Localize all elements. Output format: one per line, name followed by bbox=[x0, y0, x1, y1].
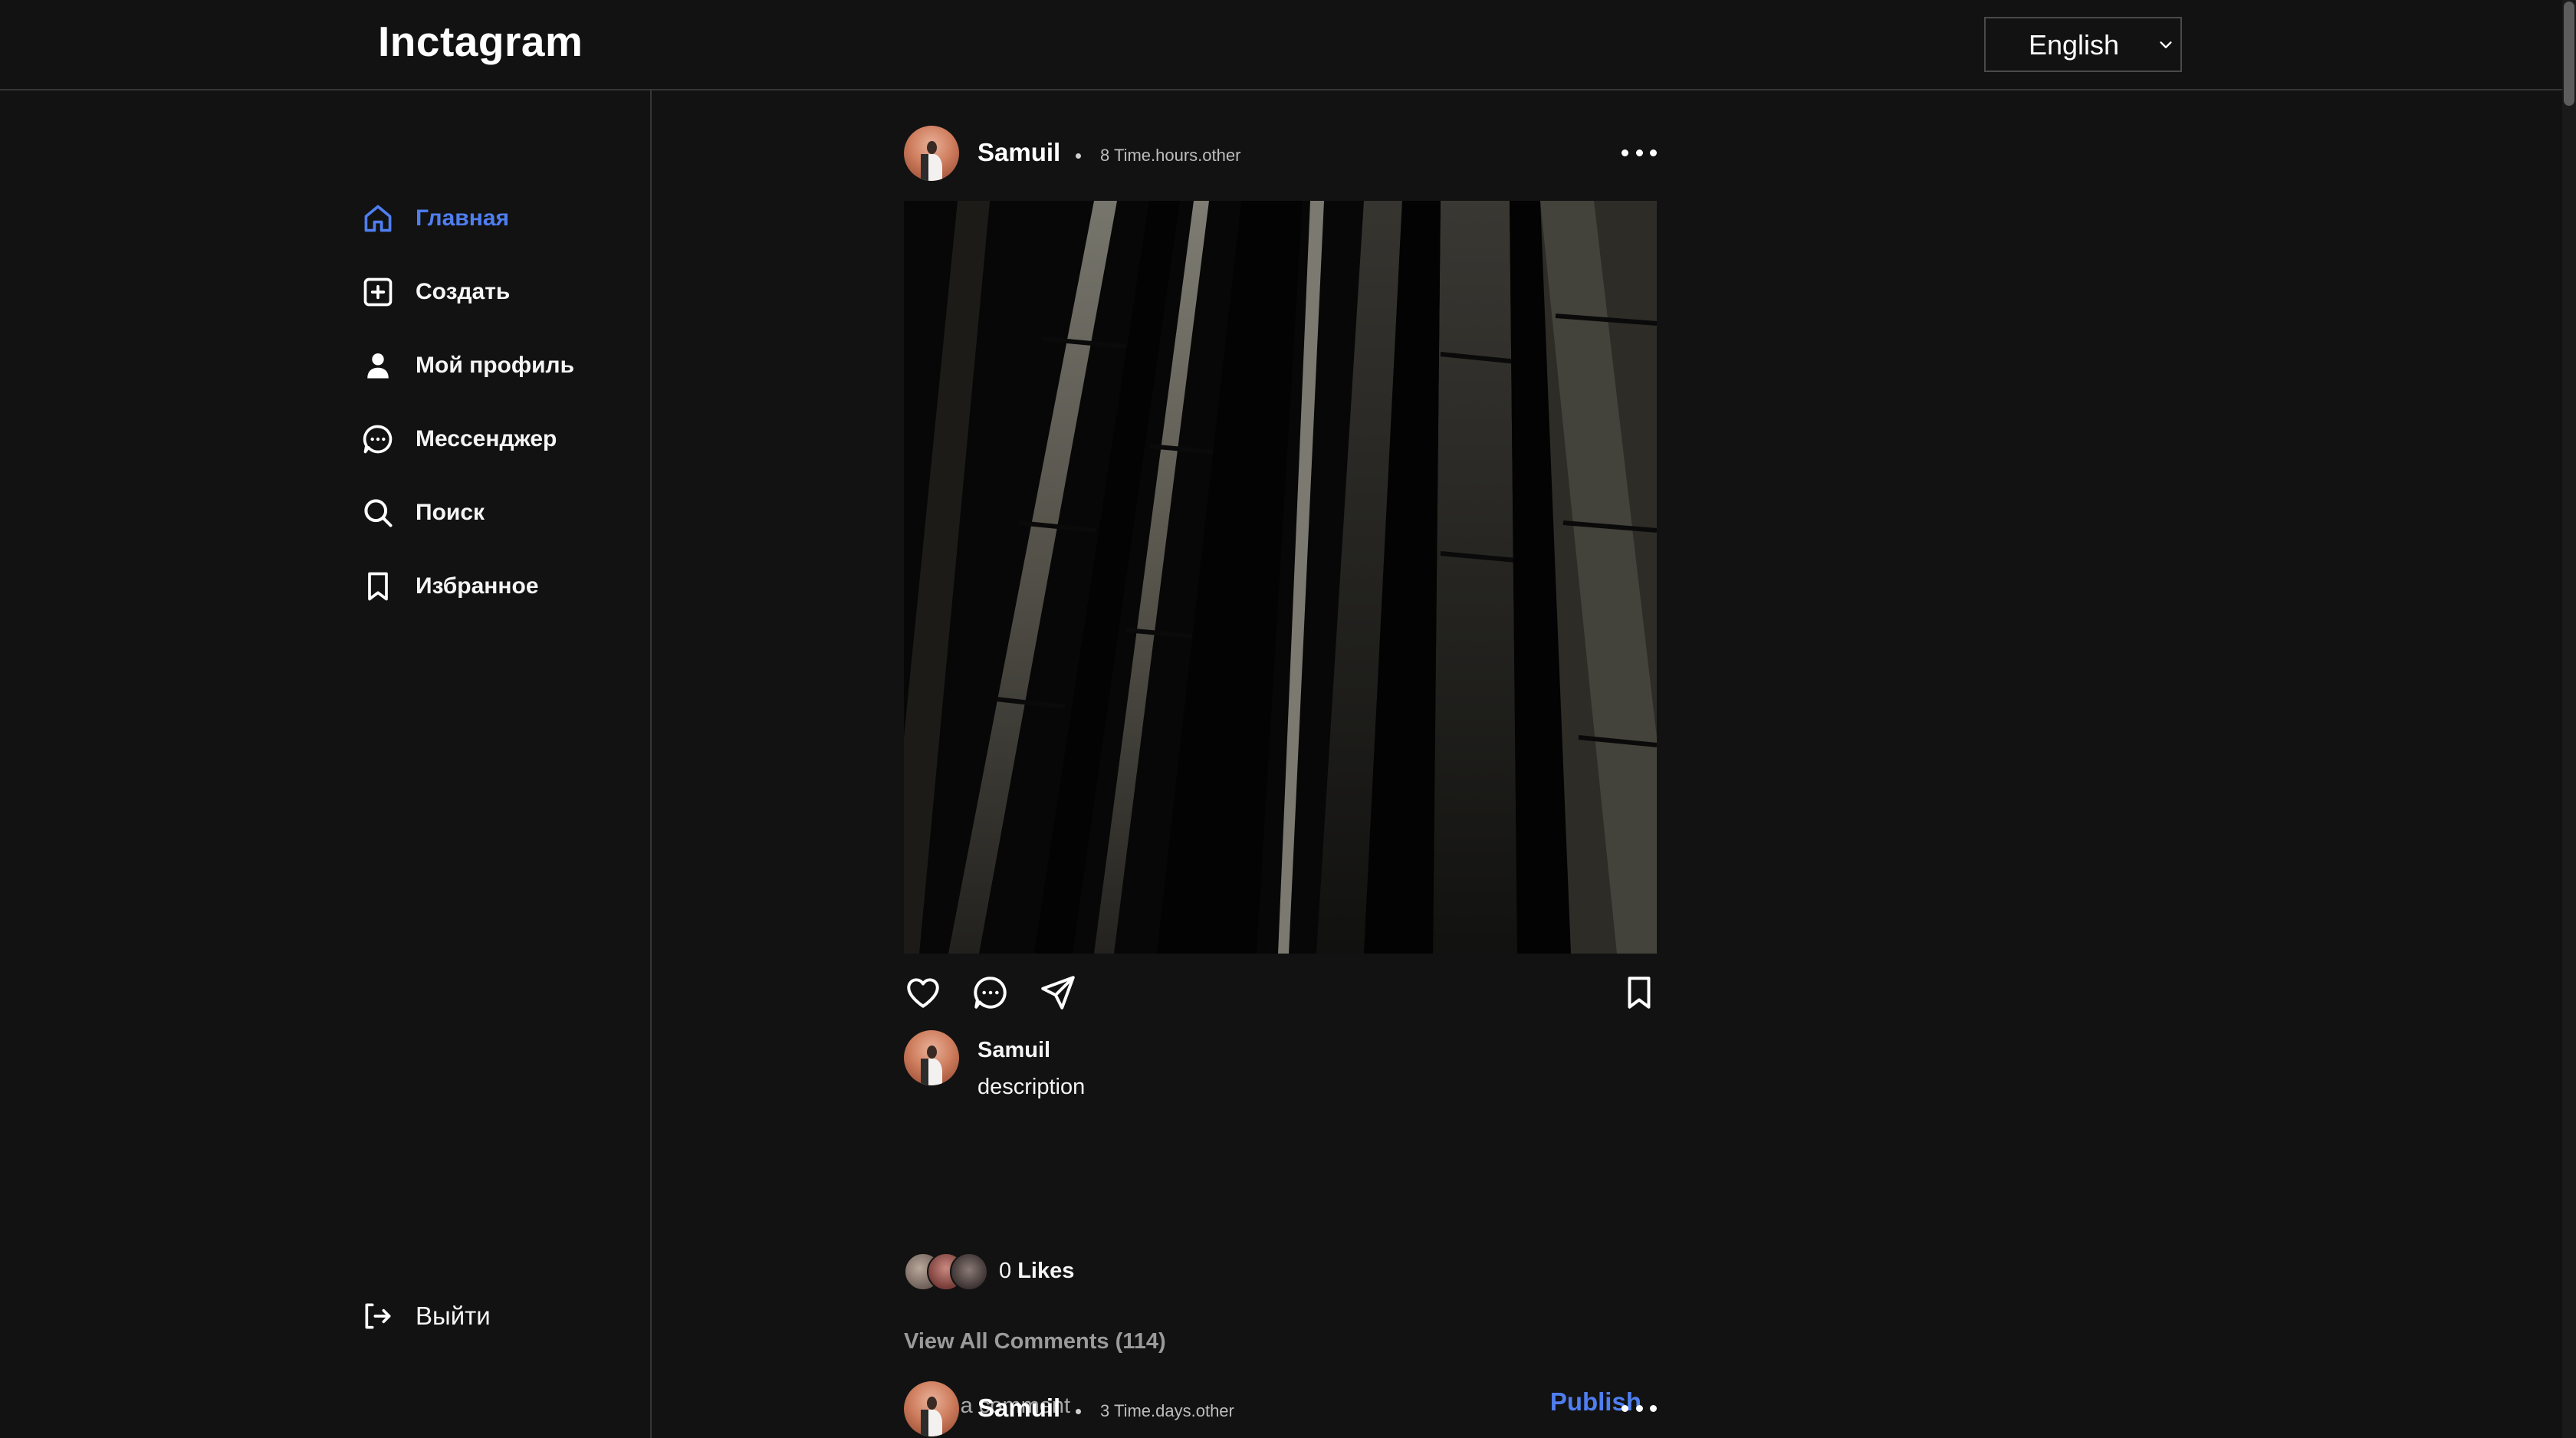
view-all-comments-link[interactable]: View All Comments (114) bbox=[904, 1329, 1166, 1354]
bookmark-icon bbox=[360, 569, 396, 604]
sidebar-item-label: Мой профиль bbox=[416, 353, 575, 378]
sidebar-item-home[interactable]: Главная bbox=[360, 195, 509, 241]
post-photo bbox=[904, 201, 1657, 954]
avatar[interactable] bbox=[904, 126, 959, 181]
top-bar: Inctagram English bbox=[0, 0, 2562, 90]
scrollbar-thumb[interactable] bbox=[2564, 2, 2574, 106]
log-out-icon bbox=[360, 1298, 396, 1334]
post-time: 8 Time.hours.other bbox=[1100, 146, 1241, 165]
chevron-down-icon bbox=[2160, 41, 2172, 48]
post-username[interactable]: Samuil bbox=[978, 138, 1060, 167]
person-icon bbox=[360, 348, 396, 383]
sidebar-item-label: Избранное bbox=[416, 573, 539, 599]
more-options-icon[interactable] bbox=[1622, 1397, 1657, 1420]
sidebar-item-profile[interactable]: Мой профиль bbox=[360, 343, 574, 389]
post: Samuil 3 Time.days.other bbox=[904, 1381, 1657, 1438]
post-image[interactable] bbox=[904, 201, 1657, 954]
likes-number: 0 bbox=[999, 1259, 1012, 1283]
sidebar-item-favorites[interactable]: Избранное bbox=[360, 563, 539, 609]
likers-avatars[interactable] bbox=[904, 1253, 988, 1292]
post-header: Samuil 8 Time.hours.other bbox=[904, 126, 1657, 184]
logout-button[interactable]: Выйти bbox=[360, 1293, 491, 1339]
post-header: Samuil 3 Time.days.other bbox=[904, 1381, 1657, 1438]
post-username[interactable]: Samuil bbox=[978, 1394, 1060, 1423]
dot-separator bbox=[1076, 1409, 1081, 1414]
logout-label: Выйти bbox=[416, 1302, 491, 1330]
home-icon bbox=[360, 201, 396, 236]
comment-icon[interactable] bbox=[971, 973, 1010, 1012]
heart-icon[interactable] bbox=[904, 973, 942, 1012]
bookmark-icon[interactable] bbox=[1620, 973, 1658, 1012]
send-icon[interactable] bbox=[1039, 973, 1077, 1012]
sidebar-item-label: Главная bbox=[416, 205, 510, 231]
likes-count: 0 Likes bbox=[999, 1259, 1074, 1284]
sidebar-item-search[interactable]: Поиск bbox=[360, 490, 485, 536]
liker-avatar bbox=[950, 1253, 988, 1291]
more-options-icon[interactable] bbox=[1622, 141, 1657, 164]
app-logo[interactable]: Inctagram bbox=[378, 17, 583, 66]
app-root: Inctagram English Главная Создать Мой пр… bbox=[0, 0, 2576, 1438]
sidebar-item-create[interactable]: Создать bbox=[360, 269, 510, 315]
dot-separator bbox=[1076, 153, 1081, 159]
sidebar-item-label: Мессенджер bbox=[416, 426, 557, 451]
sidebar: Главная Создать Мой профиль Мессенджер П… bbox=[0, 90, 652, 1438]
search-icon bbox=[360, 495, 396, 530]
caption-username[interactable]: Samuil bbox=[978, 1038, 1050, 1063]
plus-square-icon bbox=[360, 274, 396, 310]
message-circle-icon bbox=[360, 422, 396, 457]
language-select-value: English bbox=[2029, 29, 2120, 61]
post-actions bbox=[904, 973, 1657, 1018]
sidebar-item-label: Создать bbox=[416, 279, 511, 304]
post: Samuil 8 Time.hours.other Samuil descrip… bbox=[904, 126, 1657, 1426]
post-description: description bbox=[978, 1075, 1086, 1099]
scrollbar-track[interactable] bbox=[2562, 0, 2576, 1438]
caption-avatar[interactable] bbox=[904, 1030, 959, 1085]
language-select[interactable]: English bbox=[1984, 17, 2182, 72]
sidebar-item-messenger[interactable]: Мессенджер bbox=[360, 416, 557, 462]
likes-label: Likes bbox=[1017, 1259, 1075, 1283]
sidebar-item-label: Поиск bbox=[416, 500, 485, 525]
avatar[interactable] bbox=[904, 1381, 959, 1436]
post-time: 3 Time.days.other bbox=[1100, 1401, 1234, 1420]
